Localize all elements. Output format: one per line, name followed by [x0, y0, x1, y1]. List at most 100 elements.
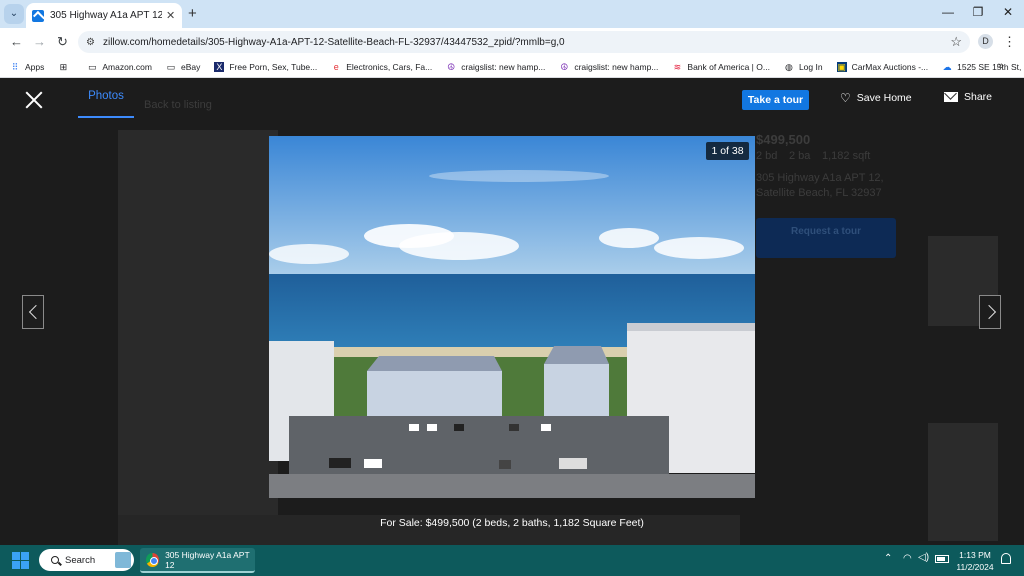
previous-photo-button[interactable] — [22, 295, 44, 329]
tab-title: 305 Highway A1a APT 12, Satell — [50, 10, 162, 21]
wifi-icon[interactable]: ◠ — [903, 553, 912, 564]
bookmark-log-in[interactable]: ◍ Log In — [784, 62, 823, 72]
background-request-tour-button: Request a tour — [756, 218, 896, 258]
background-back-to-listing: Back to listing — [144, 99, 212, 111]
background-baths: 2 ba — [789, 150, 811, 162]
volume-icon[interactable]: ◁) — [918, 552, 929, 563]
window-maximize-button[interactable]: ❐ — [968, 5, 988, 19]
address-bar[interactable]: ⚙ zillow.com/homedetails/305-Highway-A1a… — [78, 31, 970, 53]
photo-caption: For Sale: $499,500 (2 beds, 2 baths, 1,1… — [380, 517, 644, 529]
envelope-icon — [944, 92, 958, 102]
boa-favicon-icon: ≋ — [673, 61, 682, 72]
photo-counter: 1 of 38 — [706, 142, 749, 160]
ebay-favicon-icon: e — [333, 61, 339, 72]
browser-toolbar: ← → ↻ ⚙ zillow.com/homedetails/305-Highw… — [0, 28, 1024, 56]
bookmark-x-site[interactable]: X Free Porn, Sex, Tube... — [214, 61, 318, 72]
background-request-tour-label: Request a tour — [790, 226, 861, 237]
folder-icon: ▭ — [166, 61, 176, 72]
notification-bell-icon[interactable] — [1001, 553, 1011, 564]
carmax-favicon-icon: ▣ — [836, 61, 847, 72]
share-button[interactable]: Share — [944, 91, 992, 103]
tab-close-icon[interactable]: ✕ — [166, 9, 175, 22]
chrome-menu-icon[interactable]: ⋮ — [1003, 34, 1016, 50]
background-address-line2: Satellite Beach, FL 32937 — [756, 187, 882, 199]
globe-icon: ◍ — [785, 61, 793, 72]
task-view-icon[interactable] — [115, 552, 131, 568]
zillow-photo-viewer: Back to listing $499,500 2 bd 2 ba 1,182… — [0, 78, 1024, 545]
listing-photo[interactable] — [269, 136, 755, 498]
bookmark-label: Electronics, Cars, Fa... — [346, 61, 433, 72]
window-close-button[interactable]: ✕ — [998, 5, 1018, 19]
background-listing-image — [118, 130, 278, 515]
background-beds: 2 bd — [756, 150, 778, 162]
background-sqft: 1,182 sqft — [822, 150, 871, 162]
bookmarks-overflow-icon[interactable]: » — [998, 60, 1004, 72]
bookmark-craigslist-1[interactable]: ☮ craigslist: new hamp... — [446, 62, 545, 72]
bookmark-craigslist-2[interactable]: ☮ craigslist: new hamp... — [559, 62, 658, 72]
bookmark-label: CarMax Auctions -... — [851, 61, 929, 72]
forward-arrow-icon[interactable]: → — [33, 34, 46, 49]
bookmark-label: eBay — [180, 61, 201, 72]
bookmark-label: Apps — [25, 61, 45, 72]
search-icon — [51, 556, 59, 564]
bookmarks-bar: ⠿ Apps ⊞ ▭ Amazon.com ▭ eBay X Free Porn, Se… — [0, 56, 1024, 78]
bookmark-bank-of-america[interactable]: ≋ Bank of America | O... — [672, 62, 770, 72]
bookmark-star-icon[interactable]: ☆ — [950, 34, 962, 50]
tab-groups-icon: ⊞ — [59, 61, 68, 72]
chevron-right-icon — [981, 304, 997, 320]
bookmark-label: 1525 SE 15th St, Uni... — [957, 61, 1024, 72]
apps-grid-icon: ⠿ — [11, 61, 19, 72]
aerial-beach-condo-photo — [269, 136, 755, 498]
clock-date: 11/2/2024 — [956, 562, 994, 572]
browser-tab-strip: ⌄ 305 Highway A1a APT 12, Satell ✕ + — ❐… — [0, 0, 1024, 28]
back-arrow-icon[interactable]: ← — [10, 34, 23, 49]
save-home-button[interactable]: ♡ Save Home — [840, 91, 912, 105]
bookmark-label: Log In — [798, 61, 823, 72]
browser-tab-active[interactable]: 305 Highway A1a APT 12, Satell ✕ — [26, 3, 182, 28]
cloud-favicon-icon: ☁ — [942, 61, 952, 72]
chrome-icon — [146, 552, 160, 567]
battery-icon[interactable] — [935, 555, 949, 563]
tray-overflow-icon[interactable]: ⌃ — [884, 553, 892, 564]
new-tab-button[interactable]: + — [188, 5, 197, 22]
bookmark-apps[interactable]: ⠿ Apps — [10, 61, 45, 72]
peace-icon: ☮ — [447, 61, 456, 72]
bookmark-tab-groups[interactable]: ⊞ — [58, 62, 73, 72]
take-a-tour-button[interactable]: Take a tour — [742, 90, 809, 110]
windows-taskbar: Search 305 Highway A1a APT 12 ⌃ ◠ ◁) 1:1… — [0, 545, 1024, 576]
folder-icon: ▭ — [88, 61, 97, 72]
bookmark-label: Free Porn, Sex, Tube... — [229, 61, 318, 72]
system-clock[interactable]: 1:13 PM 11/2/2024 — [954, 549, 996, 573]
bookmark-label: Bank of America | O... — [687, 61, 770, 72]
window-minimize-button[interactable]: — — [938, 5, 958, 19]
tab-search-icon[interactable]: ⌄ — [4, 4, 24, 24]
profile-avatar[interactable]: D — [978, 34, 993, 49]
bookmark-label: craigslist: new hamp... — [461, 61, 546, 72]
heart-icon: ♡ — [840, 91, 851, 105]
bookmark-amazon[interactable]: ▭ Amazon.com — [87, 62, 152, 72]
tab-photos[interactable]: Photos — [78, 90, 134, 118]
share-label: Share — [964, 91, 993, 103]
clock-time: 1:13 PM — [959, 550, 991, 560]
peace-icon: ☮ — [560, 61, 569, 72]
bookmark-ebay[interactable]: ▭ eBay — [166, 61, 201, 72]
bookmark-label: Amazon.com — [102, 61, 152, 72]
chevron-left-icon — [28, 304, 44, 320]
bookmark-electronics[interactable]: e Electronics, Cars, Fa... — [331, 62, 432, 72]
bookmark-carmax[interactable]: ▣ CarMax Auctions -... — [836, 61, 929, 72]
bookmark-1525-se[interactable]: ☁ 1525 SE 15th St, Uni... — [942, 62, 1024, 72]
reload-icon[interactable]: ↻ — [57, 34, 68, 50]
taskbar-window-title: 305 Highway A1a APT 12 — [165, 549, 250, 570]
bookmark-label: craigslist: new hamp... — [574, 61, 659, 72]
zillow-favicon-icon — [32, 9, 44, 22]
next-photo-button[interactable] — [979, 295, 1001, 329]
url-text[interactable]: zillow.com/homedetails/305-Highway-A1a-A… — [103, 37, 565, 48]
site-info-icon[interactable]: ⚙ — [86, 37, 95, 48]
save-home-label: Save Home — [856, 92, 912, 104]
background-price: $499,500 — [756, 132, 811, 147]
background-address-line1: 305 Highway A1a APT 12, — [756, 172, 884, 184]
windows-start-icon[interactable] — [12, 552, 29, 569]
taskbar-search-label: Search — [65, 554, 96, 566]
taskbar-chrome-window[interactable]: 305 Highway A1a APT 12 — [140, 548, 255, 573]
close-gallery-button[interactable] — [24, 90, 44, 110]
